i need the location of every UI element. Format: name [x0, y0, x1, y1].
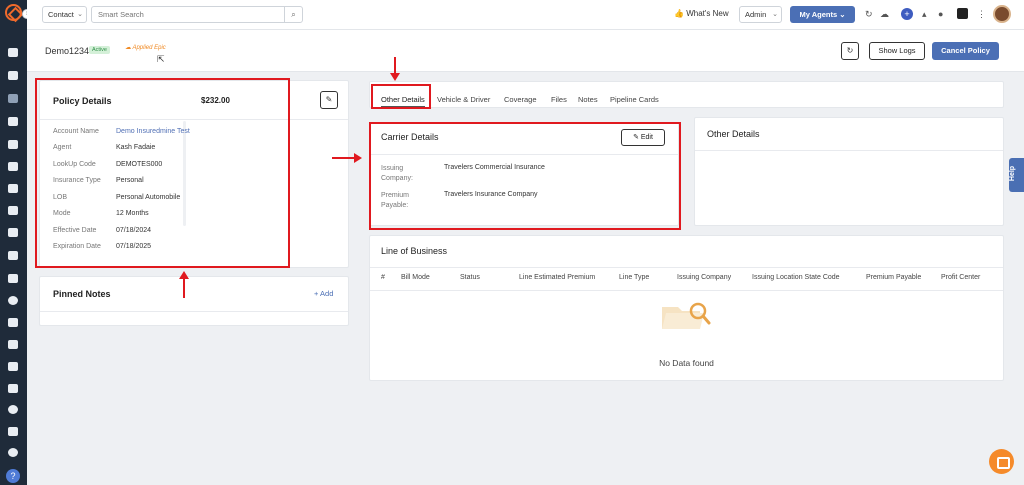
divider	[370, 267, 1003, 268]
add-note-button[interactable]: + Add	[314, 289, 333, 298]
annotation-box-policy-details	[35, 78, 290, 268]
column-header: Line Estimated Premium	[519, 274, 596, 281]
contacts-icon[interactable]	[8, 71, 18, 80]
user-icon[interactable]: ●	[938, 9, 943, 19]
whats-new-link[interactable]: 👍 What's New	[674, 9, 729, 18]
divider	[695, 150, 1003, 151]
divider	[40, 311, 348, 312]
column-header: Premium Payable	[866, 274, 922, 281]
annotation-box-carrier	[369, 122, 681, 230]
empty-state-text: No Data found	[659, 358, 714, 368]
my-agents-button[interactable]: My Agents ⌄	[790, 6, 855, 23]
clipboard-icon[interactable]	[8, 228, 18, 237]
add-new-icon[interactable]: +	[901, 8, 913, 20]
carrier-logo: ☁ Applied Epic	[125, 45, 166, 51]
show-logs-button[interactable]: Show Logs	[869, 42, 925, 60]
mouse-cursor-icon: ⇱	[157, 54, 165, 64]
column-header: Line Type	[619, 274, 650, 281]
line-of-business-title: Line of Business	[381, 246, 448, 256]
mail-icon[interactable]	[8, 362, 18, 371]
chart-icon[interactable]	[8, 251, 18, 260]
search-scope-label: Contact	[48, 10, 74, 19]
column-header: Issuing Company	[677, 274, 732, 281]
dashboard-icon[interactable]	[8, 48, 18, 57]
tab-coverage[interactable]: Coverage	[504, 95, 537, 104]
role-select-label: Admin	[745, 10, 767, 19]
pinned-notes-title: Pinned Notes	[53, 289, 111, 299]
carrier-logo-label: Applied Epic	[132, 45, 166, 51]
google-icon[interactable]	[8, 296, 18, 305]
filter-icon[interactable]	[8, 184, 18, 193]
settings-gear-icon[interactable]	[8, 448, 18, 457]
chip-icon[interactable]	[957, 8, 968, 19]
smart-search-input[interactable]	[92, 7, 280, 22]
analytics-icon[interactable]	[8, 427, 18, 436]
my-agents-label: My Agents	[799, 10, 838, 19]
document-icon[interactable]	[8, 162, 18, 171]
column-header: Issuing Location State Code	[752, 274, 840, 281]
column-header: Bill Mode	[401, 274, 430, 281]
megaphone-icon[interactable]	[8, 206, 18, 215]
column-header: Status	[460, 274, 480, 281]
annotation-arrow-carrier	[332, 157, 356, 159]
sync-icon[interactable]: ↻	[865, 9, 873, 19]
other-details-title: Other Details	[707, 129, 760, 139]
chevron-down-icon: ⌄	[77, 11, 83, 18]
divider	[370, 290, 1003, 291]
help-question-icon[interactable]: ?	[6, 469, 20, 483]
line-of-business-card: Line of Business # Bill Mode Status Line…	[369, 235, 1004, 381]
cloud-icon[interactable]: ☁	[880, 9, 889, 19]
help-tab[interactable]: Help	[1009, 158, 1024, 192]
policy-header: Demo1234 Active ☁ Applied Epic ⇱ ↻ Show …	[27, 30, 1024, 72]
whats-new-label: What's New	[686, 9, 729, 18]
tab-files[interactable]: Files	[551, 95, 567, 104]
chevron-down-icon: ⌄	[772, 11, 778, 18]
help-tab-label: Help	[1009, 165, 1017, 182]
column-header: Profit Center	[941, 274, 981, 281]
edit-pencil-icon[interactable]: ✎	[320, 91, 338, 109]
chat-icon[interactable]	[989, 449, 1014, 474]
tab-pipeline-cards[interactable]: Pipeline Cards	[610, 95, 659, 104]
app-logo-icon[interactable]	[5, 4, 22, 21]
hand-icon: 👍	[674, 9, 684, 18]
smart-search-box: ⌕	[91, 6, 303, 23]
cancel-policy-button[interactable]: Cancel Policy	[932, 42, 999, 60]
policy-number: Demo1234	[45, 46, 90, 56]
empty-folder-search-icon	[662, 302, 711, 329]
other-details-card: Other Details	[694, 117, 1004, 226]
tab-notes[interactable]: Notes	[578, 95, 598, 104]
folder-icon[interactable]	[8, 274, 18, 283]
bank-icon[interactable]	[8, 117, 18, 126]
menu-icon[interactable]: ⋮	[977, 9, 986, 19]
sheet-icon[interactable]	[8, 318, 18, 327]
policies-icon[interactable]	[8, 94, 18, 103]
refresh-button[interactable]: ↻	[841, 42, 859, 60]
calendar-icon[interactable]	[8, 340, 18, 349]
search-scope-select[interactable]: Contact ⌄	[42, 6, 87, 23]
annotation-arrow-policy	[183, 278, 185, 298]
pipeline-icon[interactable]	[8, 384, 18, 393]
status-badge: Active	[89, 46, 110, 54]
search-icon[interactable]: ⌕	[284, 7, 302, 22]
arrowhead-icon	[354, 153, 362, 163]
pinned-notes-card: Pinned Notes + Add	[39, 276, 349, 326]
role-select[interactable]: Admin ⌄	[739, 6, 782, 23]
column-header: #	[381, 274, 385, 281]
annotation-box-tab	[371, 84, 431, 109]
arrowhead-icon	[179, 271, 189, 279]
tab-bar: Other Details Vehicle & Driver Coverage …	[369, 81, 1004, 108]
left-nav-rail: › ?	[0, 0, 32, 485]
list-icon[interactable]	[8, 140, 18, 149]
tab-vehicle-driver[interactable]: Vehicle & Driver	[437, 95, 490, 104]
bell-icon[interactable]: ▴	[922, 9, 927, 19]
top-bar: Contact ⌄ ⌕ 👍 What's New Admin ⌄ My Agen…	[27, 0, 1024, 30]
dollar-icon[interactable]	[8, 405, 18, 414]
arrowhead-icon	[390, 73, 400, 81]
user-avatar[interactable]	[993, 5, 1011, 23]
